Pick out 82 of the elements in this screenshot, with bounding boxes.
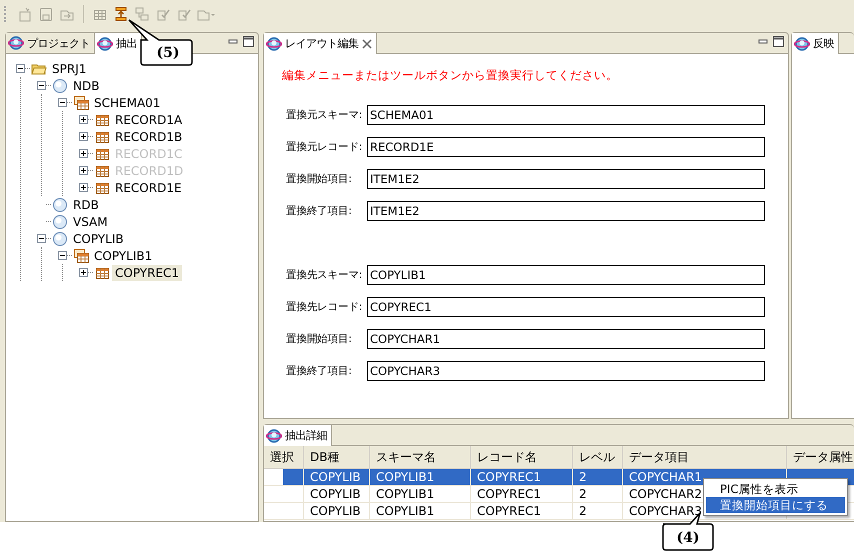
tree-item[interactable]: COPYREC1 [112,264,182,280]
text-field[interactable]: COPYREC1 [367,297,765,317]
text-field[interactable]: COPYCHAR1 [367,329,765,349]
column-header[interactable]: データ項目 [622,446,786,468]
expand-icon[interactable] [79,132,88,141]
maximize-icon[interactable] [243,36,254,47]
field-label: 置換開始項目: [286,172,352,186]
database-icon [52,78,68,94]
field-label: 置換先スキーマ: [286,268,363,282]
tree-item[interactable]: SPRJ1 [49,60,90,76]
expand-icon[interactable] [79,268,88,277]
table-cell: COPYLIB [304,502,370,520]
app-icon [8,35,24,51]
select-cell[interactable] [264,502,304,520]
table-cell: COPYLIB1 [370,502,470,520]
tree-item[interactable]: COPYLIB [70,230,127,246]
field-label: 置換終了項目: [286,364,352,378]
tree-item[interactable]: RECORD1E [112,180,185,196]
column-header[interactable]: DB種 [304,446,370,468]
panel-tab[interactable]: 抽出詳細 [264,425,332,446]
column-header[interactable]: 選択 [264,446,304,468]
app-icon [266,428,282,444]
menu-item[interactable]: 置換開始項目にする [706,497,845,513]
column-header[interactable]: レコード名 [470,446,572,468]
maximize-icon[interactable] [773,36,784,47]
text-field[interactable]: ITEM1E2 [367,201,765,221]
database-icon [52,230,68,246]
select-cell[interactable] [264,486,304,502]
schema-icon [73,248,89,264]
column-header[interactable]: スキーマ名 [370,446,470,468]
close-icon[interactable] [362,38,372,48]
app-icon [266,36,282,52]
schema-icon [73,94,89,110]
text-field[interactable]: ITEM1E2 [367,169,765,189]
collapse-icon[interactable] [37,81,46,90]
table-cell: COPYLIB1 [370,468,470,486]
panel-tab[interactable]: 抽出 [95,33,142,54]
text-field[interactable]: RECORD1E [367,137,765,157]
table-cell: COPYREC1 [470,502,572,520]
table-cell: COPYLIB [304,486,370,502]
tree-item[interactable]: RECORD1B [112,128,186,144]
field-label: 置換先レコード: [286,300,363,314]
collapse-icon[interactable] [58,98,67,107]
app-icon [794,36,810,52]
minimize-icon[interactable] [228,36,238,46]
column-header[interactable]: データ属性 [786,446,854,468]
collapse-icon[interactable] [37,234,46,243]
collapse-icon[interactable] [58,251,67,260]
table-cell: 2 [572,502,622,520]
select-cell[interactable] [264,468,304,486]
tree-item[interactable]: NDB [70,78,102,94]
tree-item[interactable]: SCHEMA01 [91,94,164,110]
database-icon [52,196,68,212]
field-label: 置換開始項目: [286,332,352,346]
table-cell: COPYLIB [304,468,370,486]
panel-tab[interactable]: 反映 [792,33,839,54]
expand-icon[interactable] [79,115,88,124]
expand-icon[interactable] [79,183,88,192]
table-cell: COPYREC1 [470,486,572,502]
collapse-icon[interactable] [16,64,25,73]
tree-item[interactable]: RDB [70,196,102,212]
table-cell: 2 [572,468,622,486]
database-icon [52,214,68,230]
column-header[interactable]: レベル [572,446,622,468]
tree-item[interactable]: RECORD1A [112,112,186,128]
panel-tab[interactable]: レイアウト編集 [264,33,376,54]
field-label: 置換元スキーマ: [286,108,363,122]
instruction-message: 編集メニューまたはツールボタンから置換実行してください。 [282,68,619,83]
table-cell: 2 [572,486,622,502]
text-field[interactable]: COPYCHAR3 [367,361,765,381]
table-cell: COPYLIB1 [370,486,470,502]
app-icon [97,36,113,52]
field-label: 置換元レコード: [286,140,363,154]
tree-item[interactable]: VSAM [70,214,111,230]
tree-item[interactable]: COPYLIB1 [91,248,156,264]
table-cell: COPYREC1 [470,468,572,486]
minimize-icon[interactable] [758,36,768,46]
text-field[interactable]: COPYLIB1 [367,265,765,285]
panel-tab[interactable]: プロジェクト [6,33,95,53]
text-field[interactable]: SCHEMA01 [367,105,765,125]
replace-icon[interactable] [113,6,129,22]
field-label: 置換終了項目: [286,204,352,218]
